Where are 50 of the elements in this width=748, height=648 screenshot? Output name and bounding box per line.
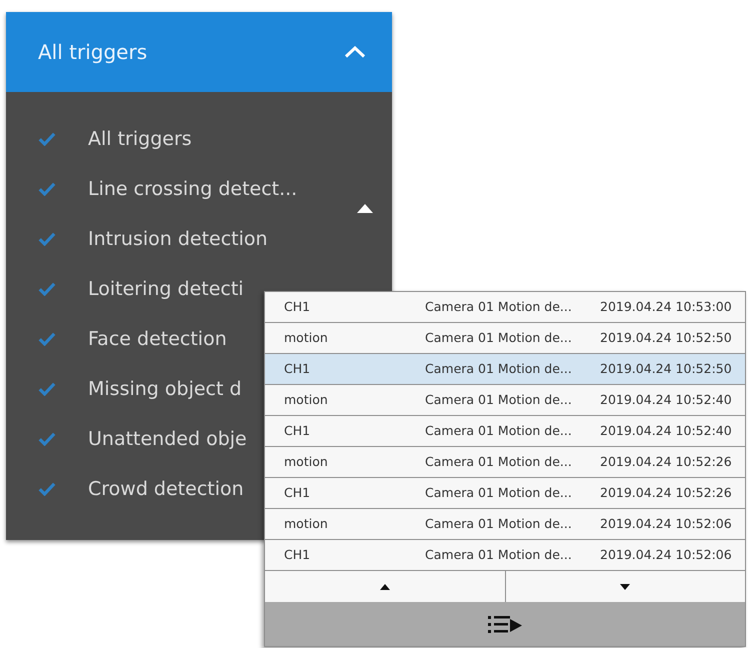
event-row[interactable]: motion Camera 01 Motion de... 2019.04.24 10:52:26 bbox=[265, 447, 745, 478]
event-row[interactable]: CH1 Camera 01 Motion de... 2019.04.24 10:52:50 bbox=[265, 354, 745, 385]
table-cell-text: CH1 bbox=[284, 546, 310, 564]
trigger-option[interactable]: Unattended obje bbox=[38, 414, 247, 464]
table-cell-text: Camera 01 Motion de... bbox=[425, 452, 572, 471]
table-cell-text: motion bbox=[284, 514, 328, 533]
triangle-up-icon[interactable] bbox=[357, 204, 373, 214]
table-cell-text: Camera 01 Motion de... bbox=[425, 328, 572, 347]
trigger-option[interactable]: Face detection bbox=[38, 314, 227, 364]
table-cell-text: 2019.04.24 10:52:40 bbox=[600, 390, 732, 409]
playlist-icon bbox=[488, 614, 522, 634]
triangle-down-icon bbox=[620, 584, 630, 590]
table-cell-text: 2019.04.24 10:52:06 bbox=[600, 546, 732, 564]
trigger-option[interactable]: Intrusion detection bbox=[38, 214, 268, 264]
table-cell-text: 2019.04.24 10:52:06 bbox=[600, 514, 732, 533]
table-cell-text: Camera 01 Motion de... bbox=[425, 390, 572, 409]
event-row[interactable]: motion Camera 01 Motion de... 2019.04.24 10:52:40 bbox=[265, 385, 745, 416]
table-cell-text: Camera 01 Motion de... bbox=[425, 422, 572, 440]
trigger-option[interactable]: Crowd detection bbox=[38, 464, 244, 514]
table-cell-text: Camera 01 Motion de... bbox=[425, 514, 572, 533]
event-row[interactable]: CH1 Camera 01 Motion de... 2019.04.24 10:52:40 bbox=[265, 416, 745, 447]
scroll-up-button[interactable] bbox=[265, 571, 506, 602]
table-cell-text: motion bbox=[284, 328, 328, 347]
table-cell-text: Camera 01 Motion de... bbox=[425, 546, 572, 564]
table-cell-text: Camera 01 Motion de... bbox=[425, 484, 572, 502]
table-cell-text: CH1 bbox=[284, 422, 310, 440]
table-cell-text: CH1 bbox=[284, 298, 310, 316]
playlist-button[interactable] bbox=[265, 602, 745, 646]
table-cell-text: motion bbox=[284, 452, 328, 471]
table-cell-text: CH1 bbox=[284, 360, 310, 378]
event-row[interactable]: CH1 Camera 01 Motion de... 2019.04.24 10:52:06 bbox=[265, 540, 745, 571]
table-cell-text: 2019.04.24 10:52:26 bbox=[600, 452, 732, 471]
event-row[interactable]: CH1 Camera 01 Motion de... 2019.04.24 10:53:00 bbox=[265, 292, 745, 323]
table-cell-text: CH1 bbox=[284, 484, 310, 502]
event-row[interactable]: motion Camera 01 Motion de... 2019.04.24 10:52:50 bbox=[265, 323, 745, 354]
table-cell-text: 2019.04.24 10:52:26 bbox=[600, 484, 732, 502]
table-cell-text: motion bbox=[284, 390, 328, 409]
trigger-option[interactable]: Missing object d bbox=[38, 364, 242, 414]
trigger-option[interactable]: Loitering detecti bbox=[38, 264, 244, 314]
table-cell-text: Camera 01 Motion de... bbox=[425, 360, 572, 378]
table-cell-text: 2019.04.24 10:52:50 bbox=[600, 328, 732, 347]
trigger-option[interactable]: Line crossing detect... bbox=[38, 164, 298, 214]
event-row[interactable]: CH1 Camera 01 Motion de... 2019.04.24 10:52:26 bbox=[265, 478, 745, 509]
table-cell-text: 2019.04.24 10:52:40 bbox=[600, 422, 732, 440]
table-cell-text: 2019.04.24 10:52:50 bbox=[600, 360, 732, 378]
trigger-option[interactable]: All triggers bbox=[38, 114, 192, 164]
table-cell-text: Camera 01 Motion de... bbox=[425, 298, 572, 316]
table-cell-text: 2019.04.24 10:53:00 bbox=[600, 298, 732, 316]
event-row[interactable]: motion Camera 01 Motion de... 2019.04.24 10:52:06 bbox=[265, 509, 745, 540]
triangle-up-icon bbox=[380, 584, 390, 590]
